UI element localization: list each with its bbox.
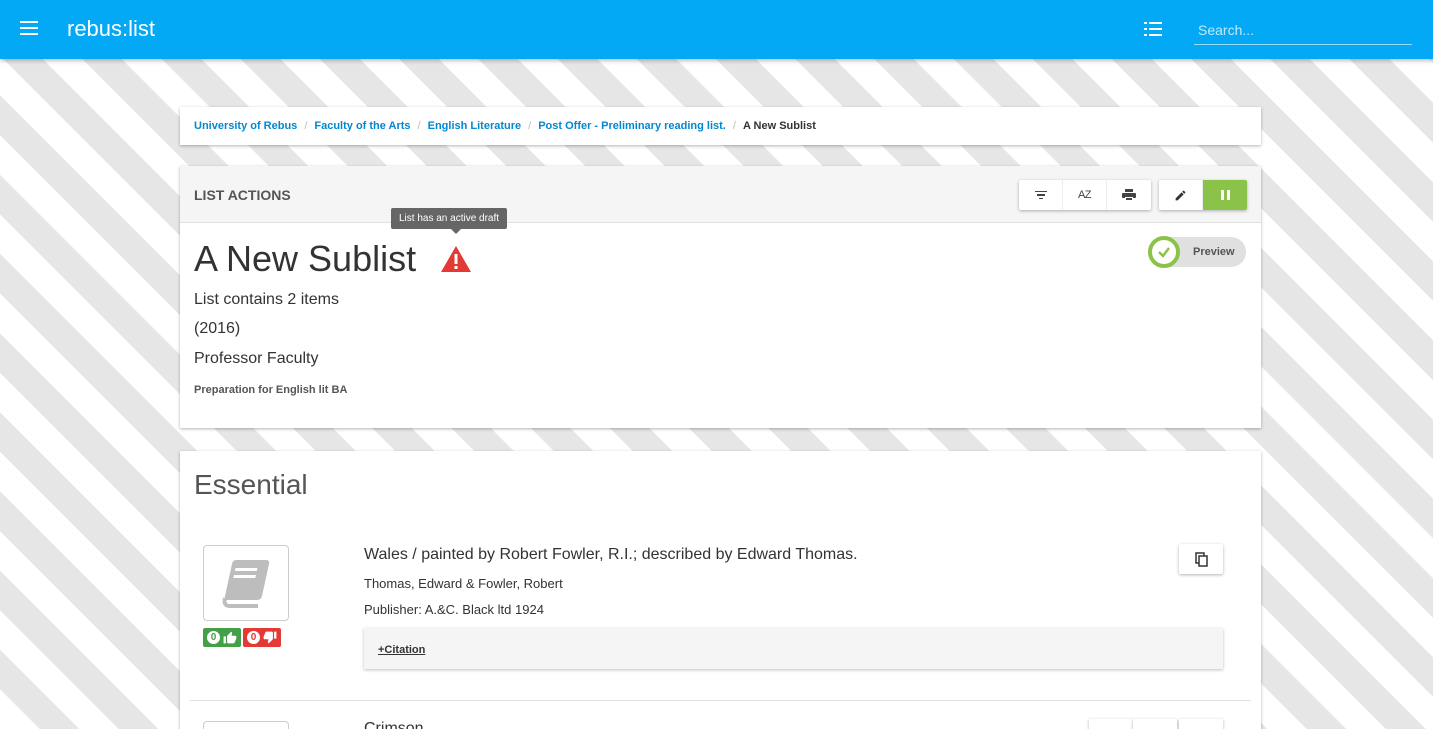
list-item-count: List contains 2 items <box>194 291 339 308</box>
print-button[interactable] <box>1107 180 1151 210</box>
list-actions-title: LIST ACTIONS <box>194 187 291 203</box>
citation-panel: +Citation <box>364 628 1223 669</box>
preview-toggle[interactable]: Preview <box>1148 236 1246 268</box>
print-icon <box>1122 189 1136 201</box>
list-details-card: LIST ACTIONS AZ List has an active draft… <box>180 166 1261 428</box>
upvote-button[interactable]: 0 <box>203 628 241 647</box>
breadcrumb: University of Rebus / Faculty of the Art… <box>180 107 1261 145</box>
edit-actions-group <box>1159 180 1247 210</box>
search-input[interactable] <box>1194 16 1412 45</box>
list-view-icon[interactable] <box>1144 22 1162 36</box>
breadcrumb-separator: / <box>304 120 308 132</box>
breadcrumb-faculty[interactable]: Faculty of the Arts <box>314 120 410 132</box>
downvote-count: 0 <box>247 631 260 644</box>
check-circle-icon <box>1148 236 1180 268</box>
draft-tooltip: List has an active draft <box>391 208 508 234</box>
item-title[interactable]: Wales / painted by Robert Fowler, R.I.; … <box>364 546 858 564</box>
list-owner: Professor Faculty <box>194 350 319 367</box>
edit-icon <box>1175 190 1186 200</box>
essential-section: Essential 0 0 Wales / painted by Robert … <box>180 451 1261 729</box>
vote-bar: 0 0 <box>203 628 281 647</box>
list-title: A New Sublist <box>194 238 417 279</box>
breadcrumb-parent-list[interactable]: Post Offer - Preliminary reading list. <box>538 120 726 132</box>
list-description: Preparation for English lit BA <box>194 384 348 396</box>
item-thumbnail <box>203 545 289 621</box>
upvote-count: 0 <box>207 631 220 644</box>
item-action-button[interactable] <box>1133 719 1177 729</box>
menu-icon[interactable] <box>20 21 38 35</box>
item-publisher: Publisher: A.&C. Black ltd 1924 <box>364 602 544 617</box>
item-action-button[interactable] <box>1089 719 1133 729</box>
thumbs-up-icon <box>223 631 237 644</box>
downvote-button[interactable]: 0 <box>243 628 281 647</box>
breadcrumb-separator: / <box>528 120 532 132</box>
copy-icon <box>1194 551 1208 567</box>
sort-button[interactable]: AZ <box>1063 180 1107 210</box>
section-title: Essential <box>194 469 308 500</box>
item-authors: Thomas, Edward & Fowler, Robert <box>364 576 563 591</box>
copy-button[interactable] <box>1179 719 1223 729</box>
breadcrumb-current: A New Sublist <box>742 120 816 132</box>
breadcrumb-department[interactable]: English Literature <box>428 120 522 132</box>
thumbs-down-icon <box>263 631 277 644</box>
breadcrumb-separator: / <box>732 120 736 132</box>
item-divider <box>190 700 1251 701</box>
pause-button[interactable] <box>1203 180 1247 210</box>
filter-icon <box>1034 189 1047 202</box>
pause-icon <box>1220 190 1230 200</box>
breadcrumb-separator: / <box>417 120 421 132</box>
copy-button[interactable] <box>1179 544 1223 574</box>
view-actions-group: AZ <box>1019 180 1151 210</box>
app-header: rebus:list <box>0 0 1433 59</box>
list-year: (2016) <box>194 320 241 337</box>
sort-az-icon: AZ <box>1077 189 1092 201</box>
add-citation-link[interactable]: +Citation <box>378 644 425 656</box>
app-title[interactable]: rebus:list <box>67 16 155 42</box>
preview-label: Preview <box>1193 246 1235 258</box>
item-title[interactable]: Crimson <box>364 720 424 729</box>
filter-button[interactable] <box>1019 180 1063 210</box>
list-actions-bar: LIST ACTIONS AZ <box>180 166 1261 223</box>
edit-button[interactable] <box>1159 180 1203 210</box>
item-thumbnail <box>203 721 289 729</box>
warning-icon[interactable] <box>440 245 472 273</box>
book-icon <box>222 560 270 608</box>
breadcrumb-university[interactable]: University of Rebus <box>194 120 297 132</box>
